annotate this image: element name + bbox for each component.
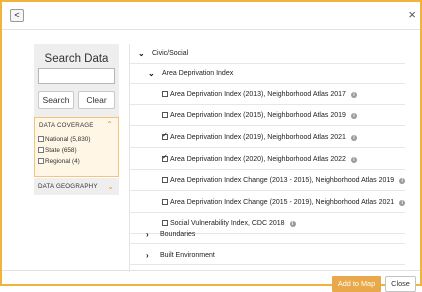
data-geography-heading: DATA GEOGRAPHY bbox=[38, 183, 98, 190]
checkbox-checked[interactable] bbox=[162, 131, 168, 140]
list-item[interactable]: Area Deprivation Index (2015), Neighborh… bbox=[130, 106, 405, 126]
coverage-option-state[interactable]: State (658) bbox=[38, 146, 77, 155]
search-button[interactable]: Search bbox=[38, 91, 74, 109]
chevron-right-icon[interactable]: › bbox=[146, 230, 149, 239]
info-icon[interactable]: i bbox=[350, 135, 357, 141]
close-icon[interactable]: × bbox=[408, 8, 416, 22]
coverage-option-national[interactable]: National (5,830) bbox=[38, 135, 90, 144]
category-tree: ⌄ Civic/Social ⌄ Area Deprivation Index … bbox=[129, 44, 405, 272]
item-label: Area Deprivation Index (2019), Neighborh… bbox=[170, 134, 357, 141]
list-item[interactable]: Area Deprivation Index Change (2013 - 20… bbox=[130, 171, 405, 191]
chevron-up-icon[interactable]: ⌃ bbox=[106, 120, 113, 129]
info-icon[interactable]: i bbox=[399, 178, 405, 184]
list-item[interactable]: Area Deprivation Index (2019), Neighborh… bbox=[130, 128, 405, 148]
checkbox[interactable] bbox=[38, 147, 44, 153]
category-label: Built Environment bbox=[160, 252, 215, 259]
item-label: Area Deprivation Index Change (2015 - 20… bbox=[170, 199, 405, 206]
item-label: Area Deprivation Index (2020), Neighborh… bbox=[170, 156, 357, 163]
footer-divider bbox=[2, 270, 420, 271]
clear-button[interactable]: Clear bbox=[78, 91, 115, 109]
item-label: Area Deprivation Index (2015), Neighborh… bbox=[170, 112, 357, 119]
category-built-environment[interactable]: › Built Environment bbox=[130, 245, 405, 265]
checkbox[interactable] bbox=[162, 91, 168, 97]
info-icon[interactable]: i bbox=[350, 113, 357, 119]
checkbox[interactable] bbox=[162, 177, 168, 183]
checkbox[interactable] bbox=[162, 112, 168, 118]
chevron-right-icon[interactable]: › bbox=[146, 251, 149, 260]
list-item[interactable]: Area Deprivation Index Change (2015 - 20… bbox=[130, 193, 405, 213]
checkbox[interactable] bbox=[162, 199, 168, 205]
subcategory-label: Area Deprivation Index bbox=[162, 70, 234, 77]
chevron-down-icon[interactable]: ⌄ bbox=[148, 69, 155, 78]
subcategory-area-deprivation-index[interactable]: ⌄ Area Deprivation Index bbox=[130, 64, 405, 84]
info-icon[interactable]: i bbox=[399, 200, 405, 206]
data-browser-modal: < × Search Data Search Clear DATA COVERA… bbox=[0, 0, 422, 292]
category-civic-social[interactable]: ⌄ Civic/Social bbox=[130, 44, 405, 64]
info-icon[interactable]: i bbox=[350, 92, 357, 98]
coverage-option-label: Regional (4) bbox=[45, 158, 80, 165]
item-label: Area Deprivation Index Change (2013 - 20… bbox=[170, 177, 405, 184]
chevron-down-icon[interactable]: ⌄ bbox=[138, 49, 145, 58]
search-input[interactable] bbox=[38, 68, 115, 84]
chevron-down-icon[interactable]: ⌄ bbox=[107, 182, 114, 191]
coverage-option-regional[interactable]: Regional (4) bbox=[38, 157, 80, 166]
data-coverage-heading: DATA COVERAGE bbox=[39, 122, 94, 129]
info-icon[interactable]: i bbox=[350, 157, 357, 163]
category-label: Boundaries bbox=[160, 231, 196, 238]
checkbox[interactable] bbox=[38, 136, 44, 142]
back-button[interactable]: < bbox=[10, 9, 24, 22]
search-title: Search Data bbox=[44, 53, 109, 65]
list-item[interactable]: Area Deprivation Index (2013), Neighborh… bbox=[130, 85, 405, 105]
coverage-option-label: National (5,830) bbox=[45, 136, 91, 143]
close-button[interactable]: Close bbox=[385, 276, 416, 292]
coverage-option-label: State (658) bbox=[45, 147, 77, 154]
modal-header: < × bbox=[2, 2, 420, 30]
list-item[interactable]: Area Deprivation Index (2020), Neighborh… bbox=[130, 150, 405, 170]
data-coverage-panel: DATA COVERAGE ⌃ National (5,830) State (… bbox=[34, 117, 119, 177]
add-to-map-button[interactable]: Add to Map bbox=[332, 276, 381, 292]
item-label: Area Deprivation Index (2013), Neighborh… bbox=[170, 91, 357, 98]
data-geography-panel[interactable]: DATA GEOGRAPHY ⌄ bbox=[34, 178, 119, 195]
category-boundaries[interactable]: › Boundaries bbox=[130, 224, 405, 244]
checkbox[interactable] bbox=[38, 158, 44, 164]
category-label: Civic/Social bbox=[152, 50, 189, 57]
checkbox-checked[interactable] bbox=[162, 153, 168, 162]
